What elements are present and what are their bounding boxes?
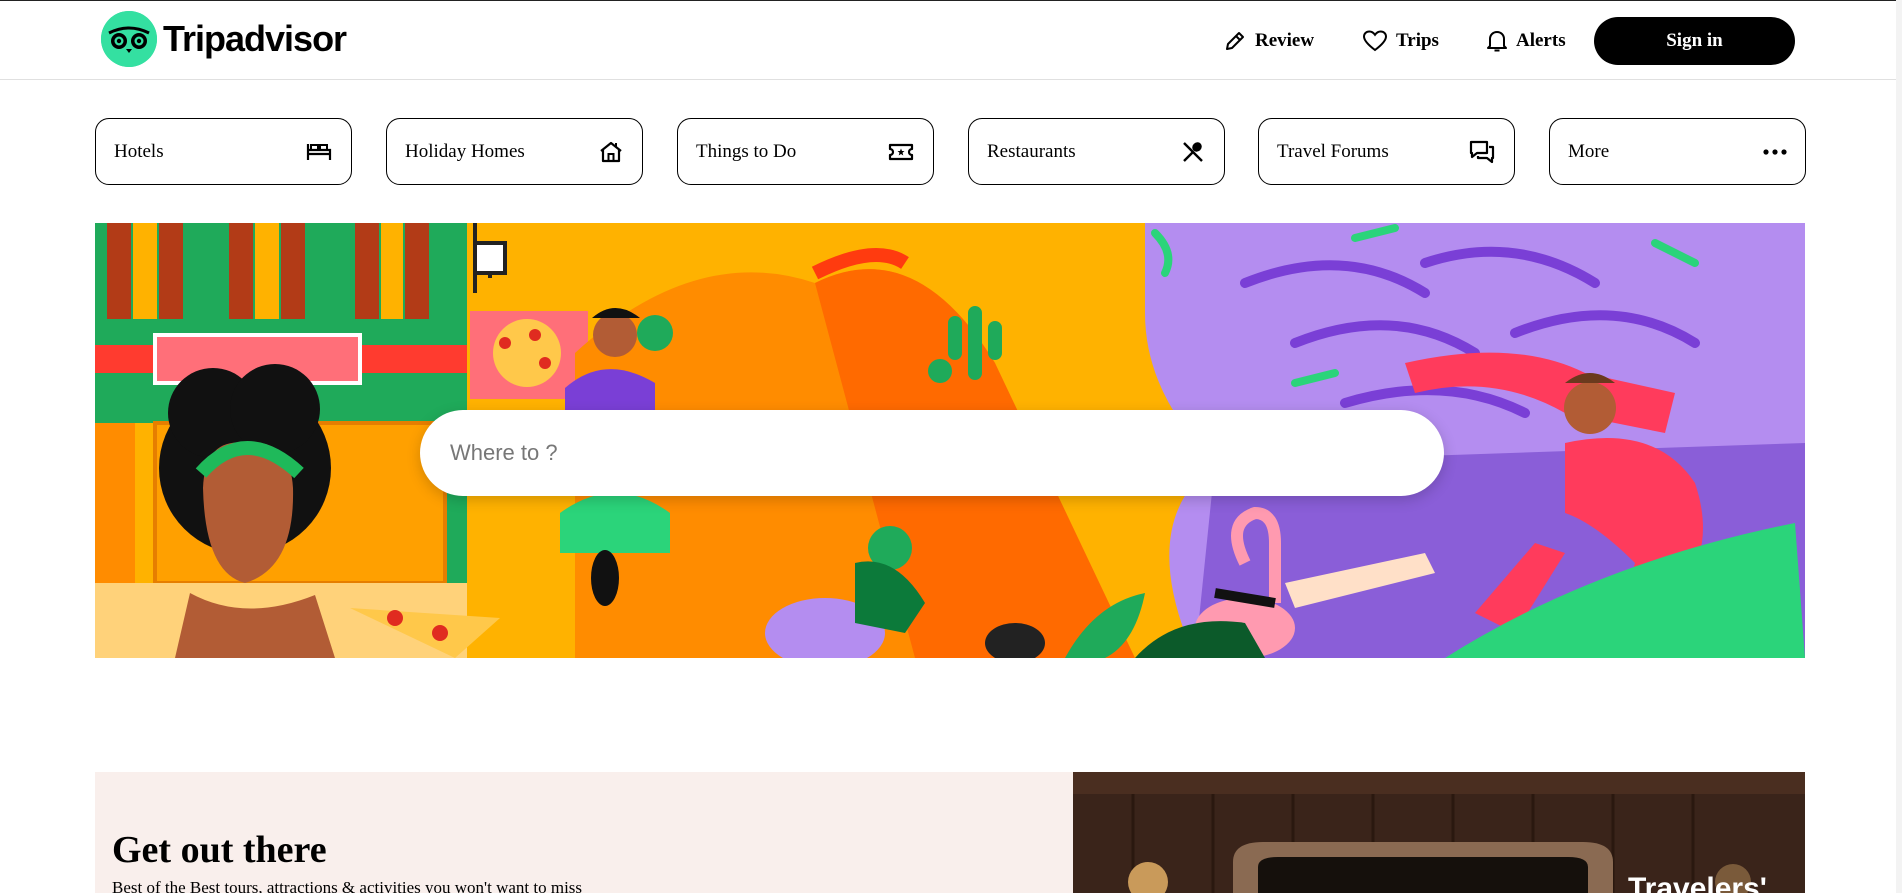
home-icon [600,141,622,162]
promo-title: Get out there [112,829,327,871]
promo-subtitle: Best of the Best tours, attractions & ac… [112,878,583,893]
owl-logo-icon [101,11,157,67]
sign-in-button[interactable]: Sign in [1594,17,1795,65]
ticket-icon [888,143,914,160]
category-label: Restaurants [987,140,1076,162]
tripadvisor-logo[interactable]: Tripadvisor [101,11,347,67]
search-bar[interactable] [420,410,1444,496]
category-travel-forums[interactable]: Travel Forums [1258,118,1515,185]
trips-link[interactable]: Trips [1362,25,1439,57]
chat-icon [1469,140,1495,163]
logo-text: Tripadvisor [163,18,347,59]
search-input[interactable] [450,440,1410,466]
category-label: Hotels [114,140,164,162]
bell-icon [1487,31,1507,52]
review-label: Review [1255,30,1315,51]
promo-section: Get out there Best of the Best tours, at… [95,772,1073,893]
category-label: Things to Do [696,140,797,162]
category-more[interactable]: More [1549,118,1806,185]
review-link[interactable]: Review [1223,25,1314,57]
category-things-to-do[interactable]: Things to Do [677,118,934,185]
pencil-icon [1226,32,1244,50]
top-navigation-bar: Tripadvisor Review Trips Alerts Sign in [0,0,1902,80]
category-restaurants[interactable]: Restaurants [968,118,1225,185]
trips-label: Trips [1396,30,1439,51]
alerts-label: Alerts [1516,30,1566,51]
page-scrollbar[interactable] [1896,0,1902,893]
category-label: Holiday Homes [405,140,525,162]
category-label: Travel Forums [1277,140,1389,162]
category-hotels[interactable]: Hotels [95,118,352,185]
category-holiday-homes[interactable]: Holiday Homes [386,118,643,185]
more-dots-icon [1763,148,1787,155]
alerts-link[interactable]: Alerts [1486,25,1566,57]
bed-icon [306,143,332,160]
category-label: More [1568,140,1610,162]
travelers-choice-photo[interactable]: Travelers' [1073,772,1805,893]
photo-caption: Travelers' [1628,872,1767,893]
utensils-icon [1183,141,1203,162]
heart-icon [1362,30,1388,52]
